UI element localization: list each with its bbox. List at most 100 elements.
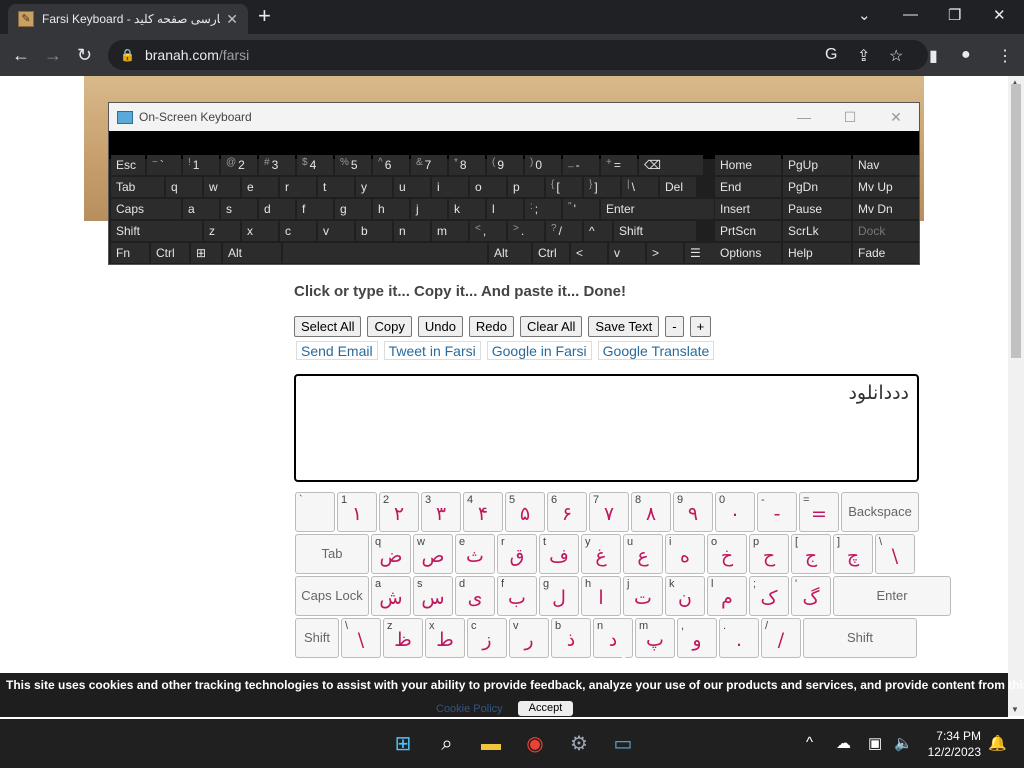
- network-icon[interactable]: ▣: [868, 734, 882, 752]
- minimize-button[interactable]: —: [903, 6, 918, 23]
- editor-button[interactable]: Copy: [367, 316, 412, 337]
- farsi-key[interactable]: qض: [371, 534, 411, 574]
- osk-key[interactable]: :;: [525, 199, 561, 219]
- farsi-key[interactable]: [ج: [791, 534, 831, 574]
- osk-key[interactable]: m: [432, 221, 468, 241]
- farsi-key[interactable]: 6۶: [547, 492, 587, 532]
- farsi-key[interactable]: bذ: [551, 618, 591, 658]
- osk-key[interactable]: Alt: [223, 243, 281, 263]
- osk-key[interactable]: p: [508, 177, 544, 197]
- osk-key[interactable]: q: [166, 177, 202, 197]
- osk-key[interactable]: Tab: [111, 177, 164, 197]
- osk-key[interactable]: Esc: [111, 155, 145, 175]
- osk-nav-key[interactable]: PrtScn: [715, 221, 781, 241]
- farsi-key[interactable]: kن: [665, 576, 705, 616]
- farsi-key[interactable]: pح: [749, 534, 789, 574]
- osk-key[interactable]: _ -: [563, 155, 599, 175]
- share-link[interactable]: Tweet in Farsi: [383, 341, 481, 360]
- notification-bell-icon[interactable]: 🔔: [988, 734, 1007, 752]
- osk-key[interactable]: f: [297, 199, 333, 219]
- farsi-key[interactable]: \ \: [341, 618, 381, 658]
- osk-key[interactable]: t: [318, 177, 354, 197]
- osk-key[interactable]: b: [356, 221, 392, 241]
- farsi-key[interactable]: vر: [509, 618, 549, 658]
- osk-key[interactable]: Alt: [489, 243, 531, 263]
- farsi-key[interactable]: Caps Lock: [295, 576, 369, 616]
- farsi-key[interactable]: `: [295, 492, 335, 532]
- google-icon[interactable]: G: [825, 46, 837, 64]
- farsi-key[interactable]: hا: [581, 576, 621, 616]
- editor-button[interactable]: Redo: [468, 316, 514, 337]
- osk-key[interactable]: l: [487, 199, 523, 219]
- farsi-key[interactable]: --: [757, 492, 797, 532]
- page-scrollbar[interactable]: ▲ ▼: [1008, 76, 1024, 716]
- chrome-icon[interactable]: ◉: [522, 731, 548, 757]
- osk-key[interactable]: u: [394, 177, 430, 197]
- osk-key[interactable]: ^: [584, 221, 612, 241]
- osk-maximize-button[interactable]: ☐: [827, 109, 873, 126]
- osk-key[interactable]: Enter: [601, 199, 714, 219]
- farsi-key[interactable]: \ \: [875, 534, 915, 574]
- osk-key[interactable]: Fn: [111, 243, 149, 263]
- osk-key[interactable]: y: [356, 177, 392, 197]
- farsi-key[interactable]: Tab: [295, 534, 369, 574]
- volume-icon[interactable]: 🔈: [894, 734, 913, 752]
- osk-close-button[interactable]: ✕: [873, 109, 919, 126]
- osk-key[interactable]: z: [204, 221, 240, 241]
- farsi-key[interactable]: jت: [623, 576, 663, 616]
- farsi-key[interactable]: ] چ: [833, 534, 873, 574]
- farsi-key[interactable]: ..: [719, 618, 759, 658]
- farsi-key[interactable]: ,و: [677, 618, 717, 658]
- on-screen-keyboard-app-icon[interactable]: ▭: [610, 731, 636, 757]
- osk-key[interactable]: v: [609, 243, 645, 263]
- farsi-key[interactable]: lم: [707, 576, 747, 616]
- osk-nav-key[interactable]: Nav: [853, 155, 919, 175]
- bookmark-star-icon[interactable]: ☆: [889, 46, 903, 66]
- osk-key[interactable]: Ctrl: [533, 243, 569, 263]
- search-icon[interactable]: ⌕: [434, 731, 460, 757]
- farsi-key[interactable]: rق: [497, 534, 537, 574]
- osk-nav-key[interactable]: Fade: [853, 243, 919, 263]
- osk-key[interactable]: w: [204, 177, 240, 197]
- farsi-key[interactable]: 0۰: [715, 492, 755, 532]
- settings-gear-icon[interactable]: ⚙: [566, 731, 592, 757]
- tab-search-icon[interactable]: ⌄: [858, 6, 871, 24]
- taskbar-clock[interactable]: 7:34 PM 12/2/2023: [925, 728, 981, 760]
- osk-key[interactable]: ⌫: [639, 155, 703, 175]
- osk-key[interactable]: a: [183, 199, 219, 219]
- osk-key[interactable]: g: [335, 199, 371, 219]
- osk-key[interactable]: Caps: [111, 199, 181, 219]
- osk-key[interactable]: i: [432, 177, 468, 197]
- osk-key[interactable]: c: [280, 221, 316, 241]
- forward-button[interactable]: →: [44, 45, 62, 65]
- osk-key[interactable]: (9: [487, 155, 523, 175]
- osk-key[interactable]: & 7: [411, 155, 447, 175]
- osk-nav-key[interactable]: Options: [715, 243, 781, 263]
- osk-key[interactable]: x: [242, 221, 278, 241]
- farsi-key[interactable]: zظ: [383, 618, 423, 658]
- osk-key[interactable]: $4: [297, 155, 333, 175]
- cookie-accept-button[interactable]: Accept: [518, 701, 573, 716]
- side-panel-icon[interactable]: ▮: [929, 46, 938, 66]
- osk-key[interactable]: h: [373, 199, 409, 219]
- osk-nav-key[interactable]: Home: [715, 155, 781, 175]
- osk-nav-key[interactable]: Mv Up: [853, 177, 919, 197]
- file-explorer-icon[interactable]: ▬: [478, 731, 504, 757]
- menu-icon[interactable]: ⋮: [997, 46, 1013, 66]
- osk-minimize-button[interactable]: —: [781, 109, 827, 125]
- osk-key[interactable]: @2: [221, 155, 257, 175]
- back-button[interactable]: ←: [12, 45, 30, 65]
- farsi-key[interactable]: eث: [455, 534, 495, 574]
- osk-key[interactable]: ~ `: [147, 155, 181, 175]
- browser-tab[interactable]: ✎ Farsi Keyboard - فارسی صفحه کلید ✕: [8, 4, 248, 34]
- onedrive-icon[interactable]: ☁: [836, 734, 851, 752]
- osk-nav-key[interactable]: Dock: [853, 221, 919, 241]
- editor-button[interactable]: +: [689, 316, 712, 337]
- osk-nav-key[interactable]: Insert: [715, 199, 781, 219]
- start-icon[interactable]: ⊞: [390, 731, 416, 757]
- farsi-key[interactable]: 2۲: [379, 492, 419, 532]
- osk-nav-key[interactable]: Pause: [783, 199, 851, 219]
- farsi-key[interactable]: Backspace: [841, 492, 919, 532]
- farsi-key[interactable]: sس: [413, 576, 453, 616]
- farsi-key[interactable]: 8۸: [631, 492, 671, 532]
